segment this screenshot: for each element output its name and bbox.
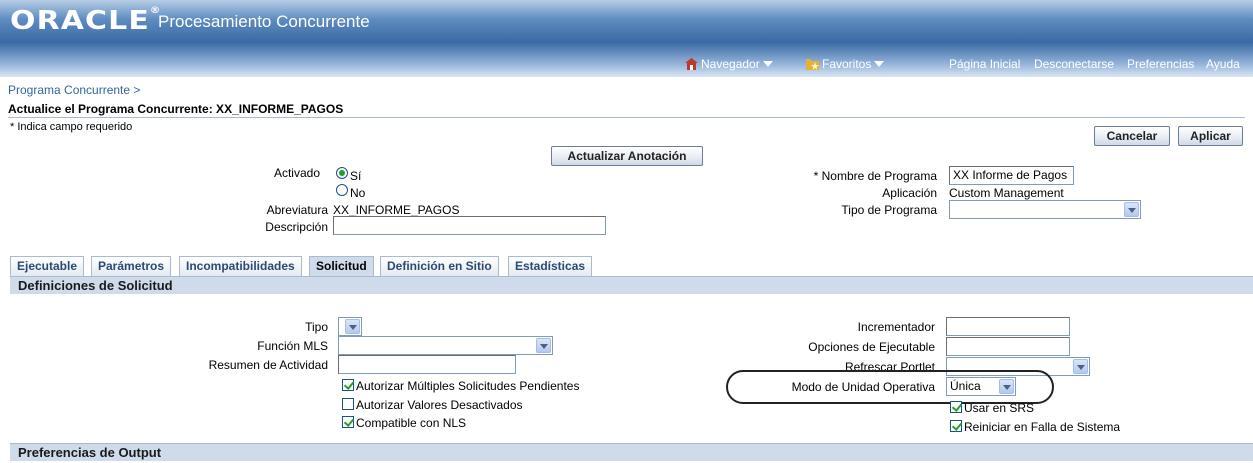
modo-unidad-operativa-value: Única <box>950 379 981 393</box>
chevron-down-icon <box>874 61 885 67</box>
incrementador-field[interactable] <box>946 317 1070 336</box>
funcion-mls-label: Función MLS <box>257 339 328 353</box>
compatible-nls-checkbox[interactable] <box>342 416 354 428</box>
tipo-label: Tipo <box>305 320 328 334</box>
tab-solicitud[interactable]: Solicitud <box>309 256 374 276</box>
chevron-down-icon <box>1073 359 1088 374</box>
activado-yes-radio[interactable] <box>336 167 348 179</box>
chevron-down-icon <box>999 379 1014 394</box>
activado-no-radio[interactable] <box>336 184 348 196</box>
autorizar-desactivados-label: Autorizar Valores Desactivados <box>356 398 523 412</box>
resumen-actividad-label: Resumen de Actividad <box>208 358 328 372</box>
favorites-label: Favoritos <box>822 57 872 71</box>
cancel-button[interactable]: Cancelar <box>1094 126 1170 146</box>
activado-no-label: No <box>350 186 366 200</box>
tipo-programa-label: Tipo de Programa <box>841 203 937 217</box>
activado-label: Activado <box>273 166 320 180</box>
resumen-actividad-field[interactable] <box>338 355 516 374</box>
apply-button[interactable]: Aplicar <box>1178 126 1243 146</box>
autorizar-multiples-label: Autorizar Múltiples Solicitudes Pendient… <box>356 379 580 393</box>
page-title: Actualice el Programa Concurrente: XX_IN… <box>8 102 344 116</box>
global-header: ORACLE® Procesamiento Concurrente Navega… <box>0 0 1253 77</box>
preferences-link[interactable]: Preferencias <box>1127 57 1194 71</box>
modo-unidad-operativa-select[interactable]: Única <box>946 377 1016 396</box>
incrementador-label: Incrementador <box>857 320 935 334</box>
favorites-menu[interactable]: Favoritos <box>806 57 885 71</box>
home-link[interactable]: Página Inicial <box>949 57 1020 71</box>
logout-link[interactable]: Desconectarse <box>1034 57 1114 71</box>
tab-ejecutable[interactable]: Ejecutable <box>10 256 85 276</box>
update-annotation-button[interactable]: Actualizar Anotación <box>551 146 703 166</box>
autorizar-multiples-checkbox[interactable] <box>342 379 354 391</box>
tab-estadisticas[interactable]: Estadísticas <box>508 256 593 276</box>
chevron-down-icon <box>536 338 551 353</box>
descripcion-label: Descripción <box>265 220 328 234</box>
usar-srs-checkbox[interactable] <box>950 401 962 413</box>
logo-text: ORACLE <box>10 6 150 36</box>
modo-unidad-operativa-label: Modo de Unidad Operativa <box>791 380 935 394</box>
reiniciar-falla-checkbox[interactable] <box>950 420 962 432</box>
funcion-mls-select[interactable] <box>338 336 553 355</box>
descripcion-field[interactable] <box>333 216 606 235</box>
reiniciar-falla-label: Reiniciar en Falla de Sistema <box>964 420 1121 434</box>
nombre-programa-label: * Nombre de Programa <box>813 169 937 183</box>
tab-parametros[interactable]: Parámetros <box>91 256 172 276</box>
aplicacion-label: Aplicación <box>882 186 937 200</box>
opciones-ejecutable-label: Opciones de Ejecutable <box>808 340 935 354</box>
autorizar-desactivados-checkbox[interactable] <box>342 398 354 410</box>
navigator-label: Navegador <box>701 57 760 71</box>
opciones-ejecutable-field[interactable] <box>946 337 1070 356</box>
tab-incompatibilidades[interactable]: Incompatibilidades <box>179 256 302 276</box>
activado-yes-label: Sí <box>350 169 362 183</box>
help-link[interactable]: Ayuda <box>1206 57 1240 71</box>
nombre-programa-field[interactable]: XX Informe de Pagos <box>949 166 1074 185</box>
compatible-nls-label: Compatible con NLS <box>356 416 467 430</box>
oracle-logo: ORACLE® <box>10 6 161 36</box>
app-title: Procesamiento Concurrente <box>158 12 370 31</box>
section-title-definiciones: Definiciones de Solicitud <box>10 276 1253 294</box>
abreviatura-value: XX_INFORME_PAGOS <box>333 203 460 217</box>
navigator-menu[interactable]: Navegador <box>685 57 773 71</box>
breadcrumb[interactable]: Programa Concurrente > <box>8 83 140 97</box>
tab-definicion-en-sitio[interactable]: Definición en Sitio <box>380 256 499 276</box>
required-note: * Indica campo requerido <box>10 121 133 133</box>
chevron-down-icon <box>1124 202 1139 217</box>
folder-star-icon <box>806 59 819 70</box>
section-title-preferencias-output: Preferencias de Output <box>10 443 1253 461</box>
aplicacion-value: Custom Management <box>949 186 1064 200</box>
title-divider <box>8 117 1245 118</box>
chevron-down-icon <box>345 319 360 334</box>
home-icon <box>685 58 698 70</box>
tipo-programa-select[interactable] <box>949 200 1141 219</box>
usar-srs-label: Usar en SRS <box>964 401 1035 415</box>
chevron-down-icon <box>762 61 773 67</box>
abreviatura-label: Abreviatura <box>266 203 328 217</box>
tipo-select[interactable] <box>338 317 362 336</box>
